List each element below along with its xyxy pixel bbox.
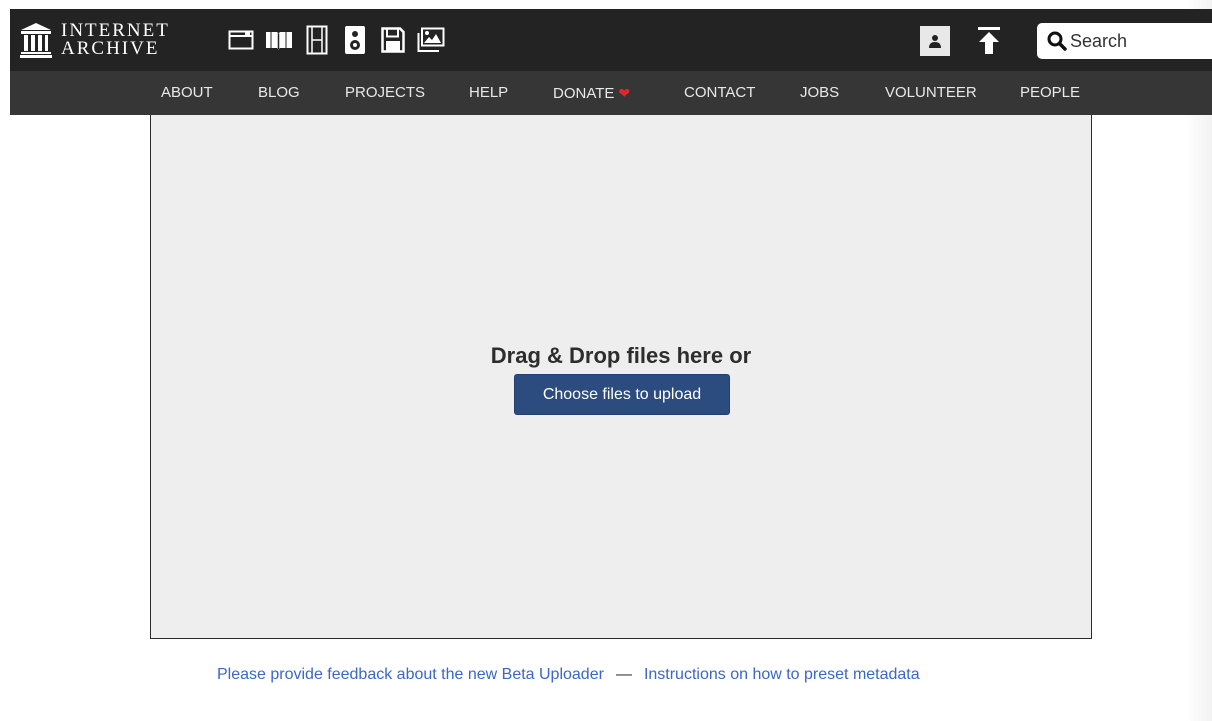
nav-jobs[interactable]: JOBS	[800, 71, 839, 115]
search-box[interactable]	[1037, 23, 1212, 59]
window-top-border	[0, 0, 1212, 9]
heart-icon: ❤	[618, 85, 631, 101]
upload-icon	[978, 27, 1000, 54]
upload-button[interactable]	[974, 25, 1004, 57]
nav-about[interactable]: ABOUT	[161, 71, 213, 115]
file-drop-zone[interactable]: Drag & Drop files here or Choose files t…	[150, 115, 1092, 639]
texts-icon[interactable]	[260, 22, 298, 58]
software-icon[interactable]	[374, 22, 412, 58]
logo-wordmark: INTERNET ARCHIVE	[61, 21, 170, 59]
user-account-button[interactable]	[920, 26, 950, 56]
footer-links-row: Please provide feedback about the new Be…	[217, 666, 920, 684]
choose-files-button[interactable]: Choose files to upload	[514, 374, 730, 415]
top-nav-bar: INTERNET ARCHIVE	[10, 9, 1212, 71]
nav-donate-label: DONATE	[553, 85, 615, 102]
nav-blog[interactable]: BLOG	[258, 71, 300, 115]
nav-donate[interactable]: DONATE ❤	[553, 71, 630, 115]
logo-line-archive: ARCHIVE	[61, 38, 160, 59]
video-icon[interactable]	[298, 22, 336, 58]
search-icon[interactable]	[1047, 31, 1067, 51]
preset-metadata-instructions-link[interactable]: Instructions on how to preset metadata	[644, 666, 920, 684]
feedback-link[interactable]: Please provide feedback about the new Be…	[217, 666, 604, 684]
nav-help[interactable]: HELP	[469, 71, 508, 115]
nav-contact[interactable]: CONTACT	[684, 71, 755, 115]
footer-separator: —	[615, 666, 632, 683]
drop-zone-title: Drag & Drop files here or	[490, 343, 752, 368]
search-input[interactable]	[1070, 30, 1200, 52]
audio-icon[interactable]	[336, 22, 374, 58]
internet-archive-logo[interactable]: INTERNET ARCHIVE	[20, 18, 170, 62]
nav-projects[interactable]: PROJECTS	[345, 71, 425, 115]
archive-building-icon	[20, 23, 52, 58]
user-icon	[929, 35, 941, 48]
secondary-nav: ABOUT BLOG PROJECTS HELP DONATE ❤ CONTACT…	[10, 71, 1212, 115]
nav-volunteer[interactable]: VOLUNTEER	[885, 71, 977, 115]
media-type-icons	[222, 22, 450, 58]
images-icon[interactable]	[412, 22, 450, 58]
web-icon[interactable]	[222, 22, 260, 58]
nav-people[interactable]: PEOPLE	[1020, 71, 1080, 115]
